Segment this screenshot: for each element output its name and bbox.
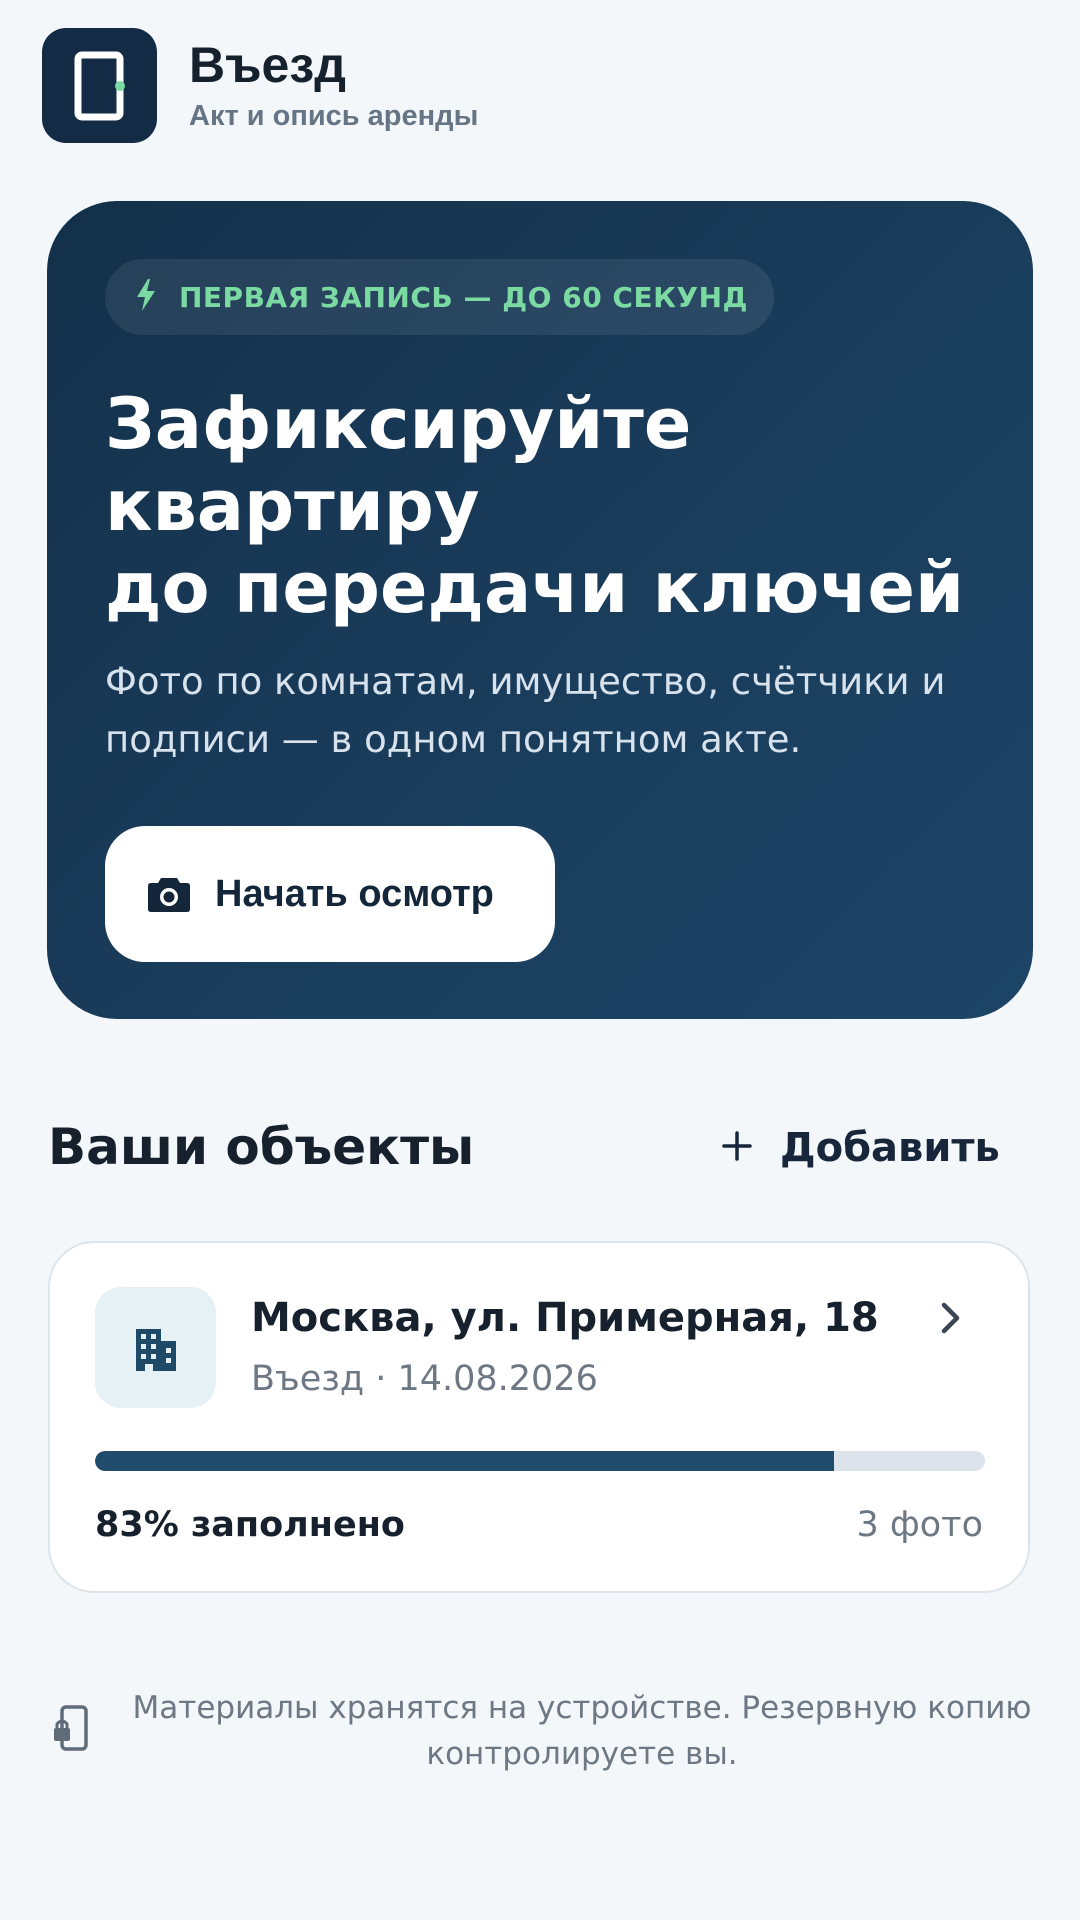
chevron-right-icon bbox=[940, 1301, 962, 1339]
progress-label: 83% заполнено bbox=[95, 1505, 405, 1545]
hero-title-line: Зафиксируйте bbox=[105, 383, 692, 465]
app-subtitle: Акт и опись аренды bbox=[189, 100, 479, 132]
property-meta: Въезд · 14.08.2026 bbox=[251, 1359, 598, 1399]
hero-badge: ПЕРВАЯ ЗАПИСЬ — ДО 60 СЕКУНД bbox=[105, 259, 774, 335]
camera-icon bbox=[147, 875, 191, 913]
start-inspection-label: Начать осмотр bbox=[215, 872, 494, 915]
building-icon bbox=[95, 1287, 216, 1408]
app-title: Въезд bbox=[189, 37, 346, 93]
start-inspection-button[interactable]: Начать осмотр bbox=[105, 826, 555, 962]
photo-count: 3 фото bbox=[856, 1505, 983, 1545]
add-object-button[interactable]: Добавить bbox=[722, 1118, 1000, 1178]
add-object-label: Добавить bbox=[780, 1125, 1000, 1171]
hero-title-line: квартиру bbox=[105, 465, 480, 547]
hero-description-line: подписи — в одном понятном акте. bbox=[105, 718, 802, 761]
lightning-icon bbox=[135, 278, 157, 316]
plus-icon bbox=[722, 1131, 752, 1165]
door-icon bbox=[42, 28, 157, 143]
storage-note-text: Материалы хранятся на устройстве. Резерв… bbox=[132, 1685, 1032, 1777]
hero-title-line: до передачи ключей bbox=[105, 547, 965, 629]
storage-note-line: контролируете вы. bbox=[426, 1736, 738, 1772]
hero-title: Зафиксируйте квартиру до передачи ключей bbox=[105, 383, 1005, 629]
hero-badge-text: ПЕРВАЯ ЗАПИСЬ — ДО 60 СЕКУНД bbox=[179, 280, 748, 314]
property-card[interactable]: Москва, ул. Примерная, 18 Въезд · 14.08.… bbox=[48, 1241, 1030, 1593]
hero-description-line: Фото по комнатам, имущество, счётчики и bbox=[105, 660, 946, 703]
hero-description: Фото по комнатам, имущество, счётчики и … bbox=[105, 653, 1005, 769]
objects-section-title: Ваши объекты bbox=[48, 1118, 475, 1176]
progress-fill bbox=[95, 1451, 834, 1471]
progress-bar bbox=[95, 1451, 985, 1471]
device-lock-icon bbox=[52, 1705, 88, 1755]
hero-card: ПЕРВАЯ ЗАПИСЬ — ДО 60 СЕКУНД Зафиксируйт… bbox=[47, 201, 1033, 1019]
property-address: Москва, ул. Примерная, 18 bbox=[251, 1295, 879, 1341]
app-header: Въезд Акт и опись аренды bbox=[42, 28, 478, 143]
storage-note-line: Материалы хранятся на устройстве. Резерв… bbox=[132, 1690, 1032, 1726]
